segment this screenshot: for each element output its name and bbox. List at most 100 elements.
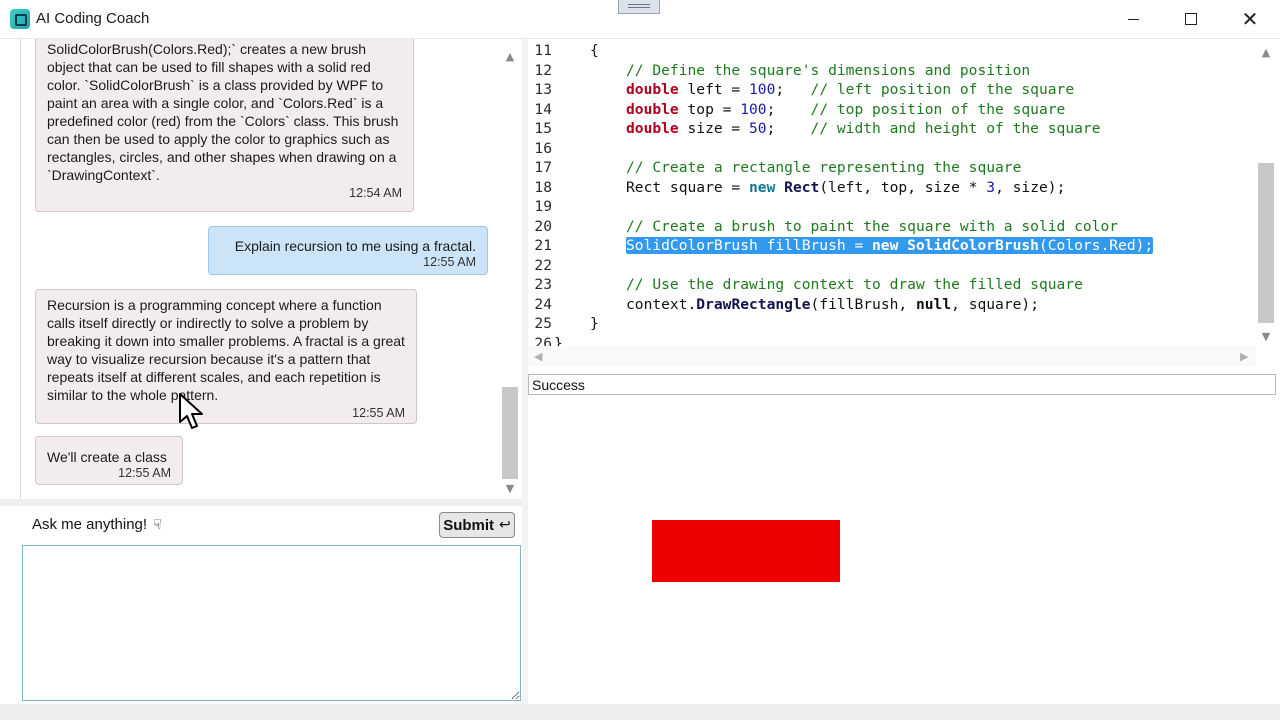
- code-keyword: new: [749, 179, 776, 196]
- code-keyword: double: [626, 81, 679, 98]
- code-comment: // Define the square's dimensions and po…: [626, 62, 1031, 79]
- code-comment: // top position of the square: [810, 101, 1066, 118]
- code-comment: // width and height of the square: [810, 120, 1101, 137]
- code-text: ;: [775, 81, 811, 98]
- drawing-canvas: [528, 396, 1276, 704]
- code-text: (left, top, size *: [819, 179, 987, 196]
- code-line: 13 double left = 100; // left position of…: [528, 80, 1268, 100]
- code-editor[interactable]: 11 { 12 // Define the square's dimensions …: [528, 39, 1276, 346]
- message-text: SolidColorBrush(Colors.Red);` creates a …: [47, 41, 399, 183]
- line-number: 14: [534, 101, 552, 118]
- code-line: 20 // Create a brush to paint the square …: [528, 217, 1268, 237]
- user-message: Explain recursion to me using a fractal.…: [208, 226, 488, 275]
- code-line: 11 {: [528, 41, 1268, 61]
- enter-icon: ↩: [499, 517, 511, 533]
- code-text: , size);: [995, 179, 1066, 196]
- code-number: 100: [749, 81, 776, 98]
- code-comment: // Create a brush to paint the square wi…: [626, 218, 1119, 235]
- line-number: 19: [534, 198, 552, 215]
- message-text: Recursion is a programming concept where…: [47, 297, 405, 403]
- code-line: 24 context.DrawRectangle(fillBrush, null,…: [528, 295, 1268, 315]
- scroll-right-icon[interactable]: ▶: [1240, 350, 1248, 363]
- code-line: 19: [528, 197, 1268, 217]
- scroll-down-icon[interactable]: ▼: [504, 483, 516, 495]
- code-line: 16: [528, 139, 1268, 159]
- code-keyword: double: [626, 101, 679, 118]
- code-method: DrawRectangle: [696, 296, 811, 313]
- code-keyword: null: [915, 296, 952, 313]
- line-number: 13: [534, 81, 552, 98]
- chat-scrollbar[interactable]: ▲ ▼: [500, 47, 520, 499]
- code-text: ;: [766, 120, 811, 137]
- message-time: 12:54 AM: [349, 186, 402, 200]
- submit-button[interactable]: Submit ↩: [439, 512, 515, 538]
- code-keyword: new: [872, 237, 899, 254]
- title-bar: AI Coding Coach ✕: [0, 0, 1280, 38]
- editor-scroll-thumb[interactable]: [1258, 163, 1274, 323]
- drag-grip-handle[interactable]: [618, 0, 660, 14]
- maximize-icon: [1185, 13, 1197, 25]
- line-number: 12: [534, 62, 552, 79]
- line-number: 21: [534, 237, 552, 254]
- code-line: 12 // Define the square's dimensions and …: [528, 61, 1268, 81]
- line-number: 26: [534, 335, 552, 346]
- scroll-up-icon[interactable]: ▲: [504, 51, 516, 63]
- message-text: Explain recursion to me using a fractal.: [234, 238, 476, 254]
- maximize-button[interactable]: [1168, 0, 1214, 38]
- code-number: 100: [740, 101, 767, 118]
- scroll-left-icon[interactable]: ◀: [534, 350, 542, 363]
- code-type: Rect: [784, 179, 820, 196]
- code-line: 17 // Create a rectangle representing the…: [528, 158, 1268, 178]
- line-number: 20: [534, 218, 552, 235]
- assistant-message: Recursion is a programming concept where…: [35, 289, 417, 424]
- code-line: 25}: [528, 314, 1268, 334]
- assistant-message: We'll create a class 12:55 AM: [35, 436, 183, 485]
- close-button[interactable]: ✕: [1227, 0, 1273, 38]
- minimize-icon: [1127, 18, 1139, 20]
- code-comment: // Use the drawing context to draw the f…: [626, 276, 1083, 293]
- code-text: context.: [626, 296, 697, 313]
- mouse-cursor-icon: [179, 393, 203, 429]
- line-number: 25: [534, 315, 552, 332]
- code-text: , square);: [951, 296, 1039, 313]
- app-logo-icon: [10, 9, 30, 29]
- code-text: Rect square =: [626, 179, 750, 196]
- line-number: 16: [534, 140, 552, 157]
- code-line: 23 // Use the drawing context to draw the…: [528, 275, 1268, 295]
- chat-history-panel[interactable]: SolidColorBrush(Colors.Red);` creates a …: [0, 39, 522, 499]
- editor-horizontal-scrollbar[interactable]: ◀ ▶: [528, 346, 1256, 366]
- window-bottom-edge: [0, 704, 1280, 720]
- code-text: SolidColorBrush fillBrush =: [626, 237, 873, 254]
- line-number: 23: [534, 276, 552, 293]
- code-text: {: [590, 42, 599, 59]
- line-number: 17: [534, 159, 552, 176]
- editor-vertical-scrollbar[interactable]: ▲ ▼: [1256, 39, 1276, 346]
- window-title: AI Coding Coach: [36, 10, 150, 27]
- message-time: 12:55 AM: [423, 255, 476, 269]
- code-number: 50: [749, 120, 767, 137]
- scroll-down-icon[interactable]: ▼: [1260, 331, 1272, 343]
- code-text: left =: [678, 81, 750, 98]
- chat-scroll-thumb[interactable]: [502, 387, 518, 479]
- line-number: 11: [534, 42, 552, 59]
- code-line: 26}: [528, 334, 1268, 346]
- scroll-up-icon[interactable]: ▲: [1260, 47, 1272, 59]
- code-text: }: [554, 335, 563, 346]
- chat-input-divider[interactable]: [0, 499, 522, 506]
- code-type: SolidColorBrush: [907, 237, 1039, 254]
- selected-code[interactable]: SolidColorBrush fillBrush = new SolidCol…: [626, 237, 1154, 254]
- code-line: 14 double top = 100; // top position of t…: [528, 100, 1268, 120]
- minimize-button[interactable]: [1110, 0, 1156, 38]
- chat-left-border: [0, 39, 21, 499]
- close-icon: ✕: [1241, 7, 1259, 31]
- question-input[interactable]: [22, 545, 521, 701]
- rendered-red-rectangle: [652, 520, 840, 582]
- code-text: }: [590, 315, 599, 332]
- code-keyword: double: [626, 120, 679, 137]
- pointing-hand-icon: ☟: [153, 517, 162, 533]
- line-number: 24: [534, 296, 552, 313]
- code-text: (Colors.Red);: [1038, 237, 1154, 254]
- code-comment: // Create a rectangle representing the s…: [626, 159, 1022, 176]
